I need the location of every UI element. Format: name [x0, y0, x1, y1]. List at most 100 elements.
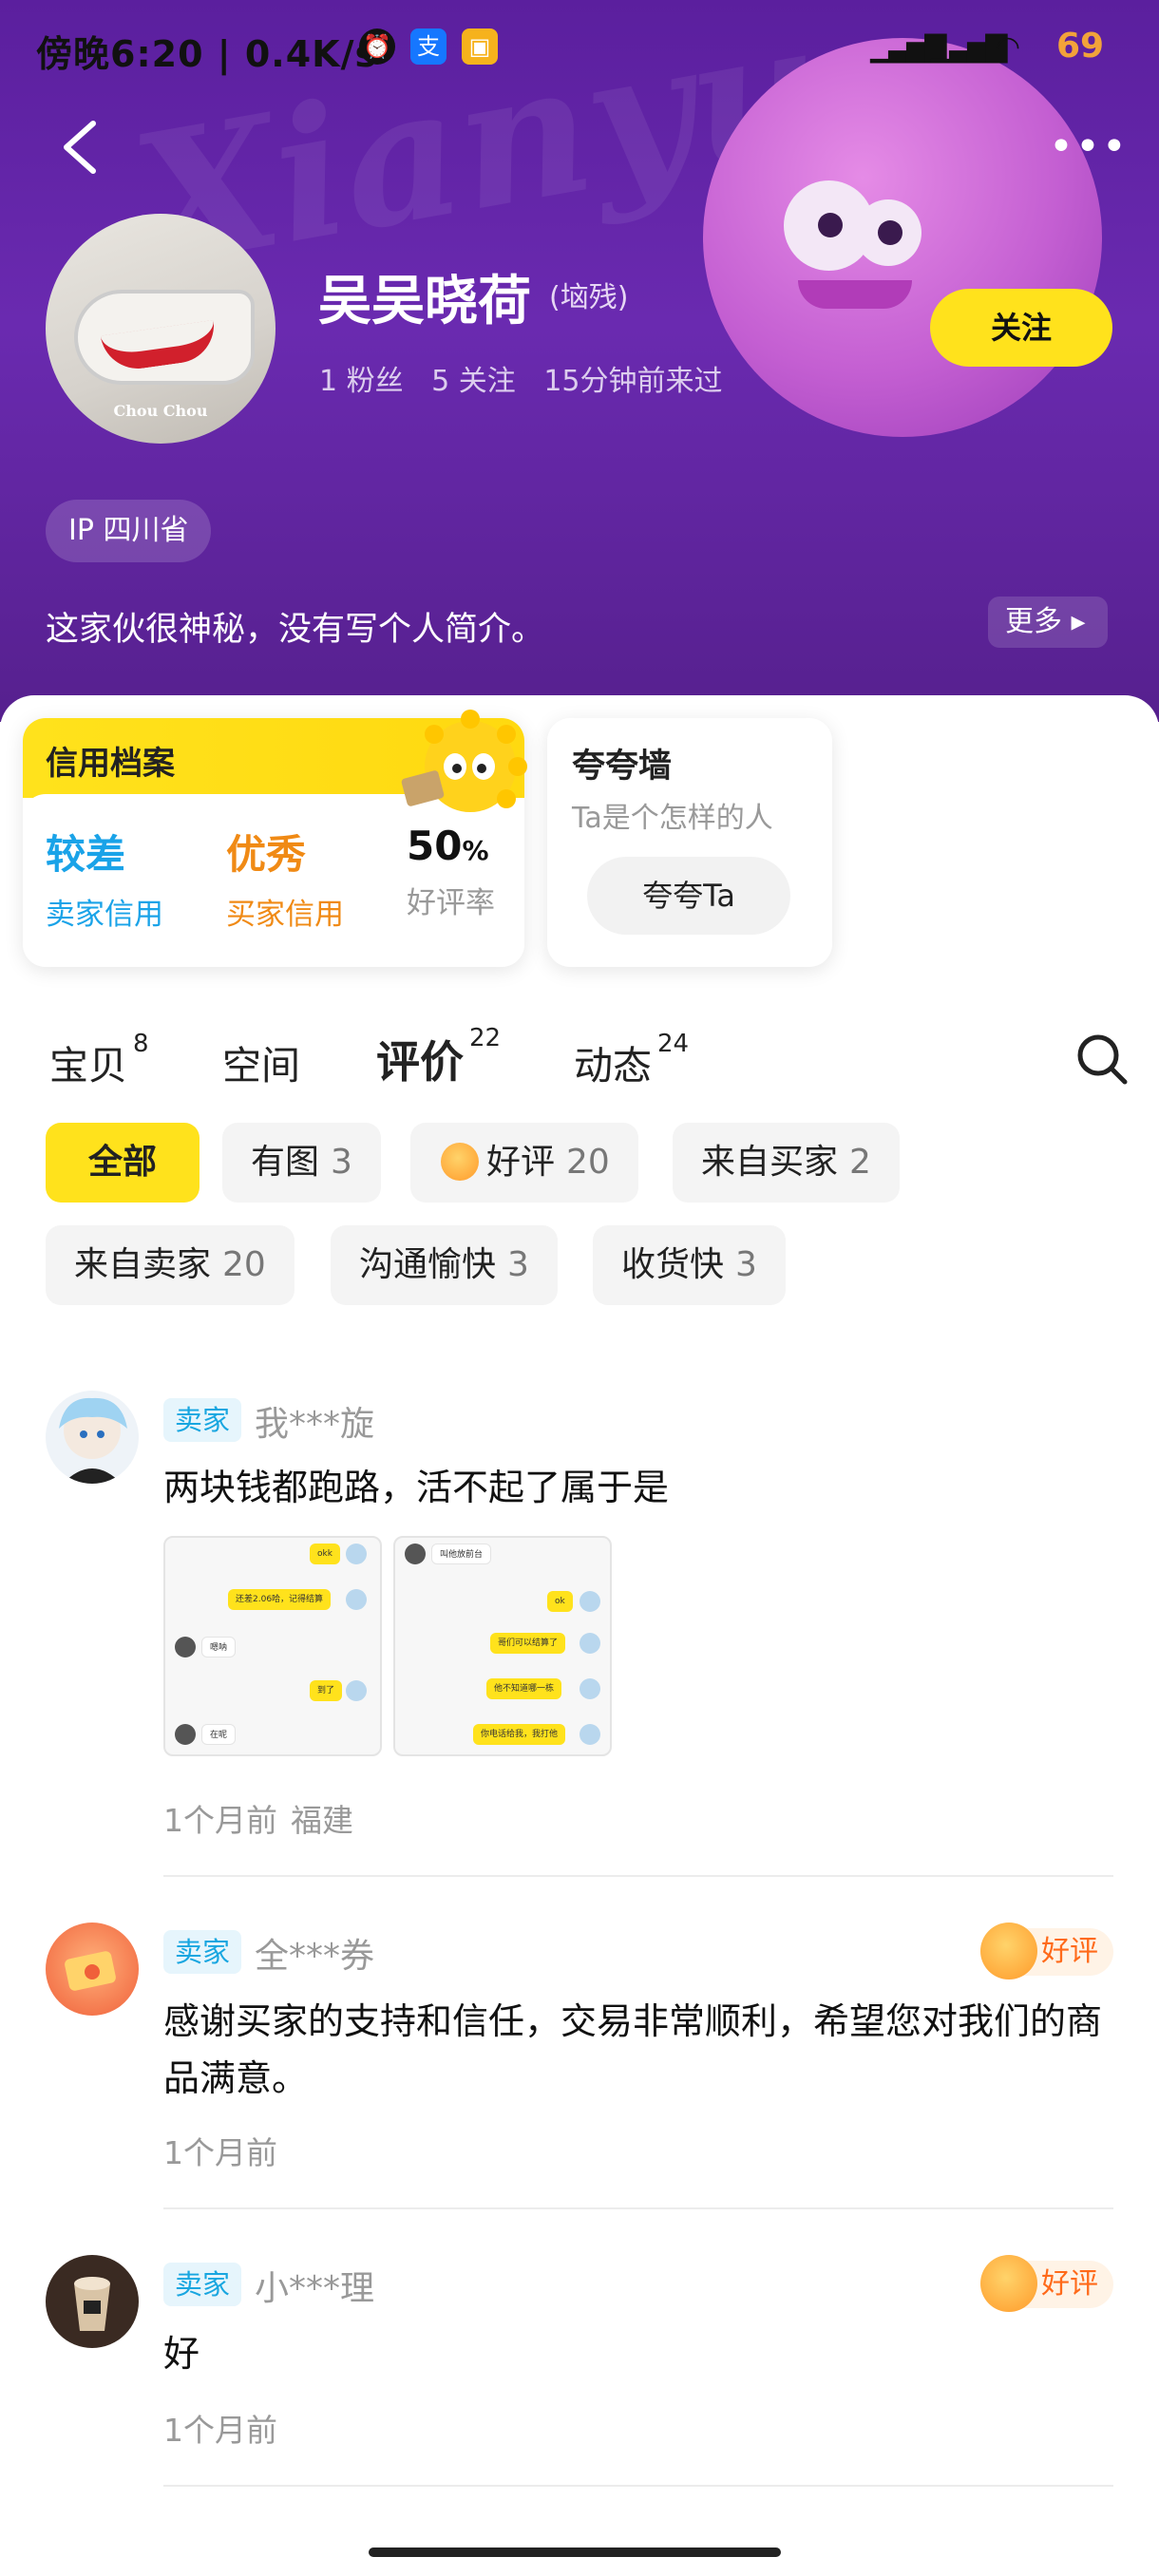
filter-from-seller-label: 来自卖家 — [74, 1245, 212, 1284]
chat-bubble: 到了 — [310, 1680, 343, 1701]
filter-all-label: 全部 — [87, 1143, 157, 1182]
back-button[interactable] — [55, 114, 112, 180]
positive-review-badge: 好评 — [980, 2255, 1113, 2312]
tab-items-label: 宝贝 — [49, 1043, 127, 1089]
praise-button[interactable]: 夸夸Ta — [587, 857, 790, 935]
filter-from-seller[interactable]: 来自卖家 20 — [46, 1225, 294, 1305]
reviewer-avatar[interactable] — [46, 1923, 139, 2016]
seller-badge: 卖家 — [163, 1930, 242, 1974]
more-bio-button[interactable]: 更多 ▸ — [988, 597, 1108, 648]
tab-activity-label: 动态 — [574, 1043, 652, 1089]
chat-bubble: 在呢 — [201, 1724, 237, 1745]
praise-wall-title: 夸夸墙 — [572, 748, 673, 786]
review-photo-1[interactable]: okk 还差2.06哈，记得结算 嗯呐 到了 在呢 — [163, 1536, 382, 1756]
triangle-right-icon: ▸ — [1062, 605, 1086, 638]
seller-credit: 较差 卖家信用 — [46, 823, 163, 933]
positive-rate-value: 50 — [407, 823, 463, 869]
reviewer-avatar[interactable] — [46, 2255, 139, 2348]
filter-good-communication[interactable]: 沟通愉快 3 — [331, 1225, 558, 1305]
user-stats: 1 粉丝 5 关注 15分钟前来过 — [319, 357, 742, 399]
filter-positive-count: 20 — [566, 1143, 610, 1182]
reviewer-name: 全***券 — [255, 1937, 375, 1976]
seller-credit-value: 较差 — [46, 831, 126, 878]
more-bio-label: 更多 — [1005, 605, 1062, 638]
filter-with-photos[interactable]: 有图 3 — [222, 1123, 381, 1203]
positive-rate: 50% 好评率 — [407, 823, 495, 921]
following-count[interactable]: 5 关注 — [431, 365, 516, 398]
smile-icon — [980, 2255, 1037, 2312]
chat-bubble: 嗯呐 — [201, 1637, 237, 1657]
profile-tabs: 宝贝 8 空间 评价 22 动态 24 — [0, 1024, 1159, 1104]
credit-title: 信用档案 — [46, 745, 175, 783]
tab-items-count: 8 — [133, 1030, 149, 1058]
chat-bubble: ok — [547, 1591, 573, 1612]
filter-with-photos-label: 有图 — [251, 1143, 320, 1182]
reviewer-name: 小***理 — [255, 2269, 375, 2308]
status-bar: 傍晚6:20 | 0.4K/s ⏰ 支 ▣ ▁▃▅▇ ▁▃▅▇ ◠ 69 — [0, 0, 1159, 104]
review-text: 好 — [163, 2333, 200, 2375]
positive-review-label: 好评 — [1041, 2267, 1098, 2301]
tab-space[interactable]: 空间 — [222, 1033, 300, 1090]
wifi-icon: ◠ — [996, 30, 1021, 64]
user-name: 吴吴晓荷 — [318, 271, 531, 332]
buyer-credit-label: 买家信用 — [226, 898, 344, 932]
notes-icon: ▣ — [462, 28, 498, 65]
positive-rate-label: 好评率 — [407, 886, 495, 920]
tab-activity-count: 24 — [657, 1030, 690, 1058]
review-divider — [163, 2485, 1113, 2487]
filter-fast-delivery[interactable]: 收货快 3 — [593, 1225, 786, 1305]
filter-positive[interactable]: 好评 20 — [410, 1123, 638, 1203]
smile-icon — [441, 1143, 479, 1181]
filter-from-seller-count: 20 — [222, 1245, 266, 1284]
praise-wall-subtitle: Ta是个怎样的人 — [572, 802, 773, 835]
more-options-button[interactable]: ••• — [1049, 126, 1129, 168]
review-photo-2[interactable]: 叫他放前台 ok 哥们可以结算了 他不知道哪一栋 你电话给我，我打他 — [393, 1536, 612, 1756]
positive-rate-unit: % — [462, 835, 489, 866]
home-indicator[interactable] — [369, 2548, 781, 2557]
chat-bubble: okk — [310, 1544, 340, 1564]
tab-space-label: 空间 — [222, 1043, 300, 1089]
seller-badge: 卖家 — [163, 2263, 242, 2306]
review-divider — [163, 1875, 1113, 1877]
review-meta: 1个月前 福建 — [163, 1795, 367, 1841]
smile-icon — [980, 1923, 1037, 1979]
follow-button[interactable]: 关注 — [930, 289, 1112, 367]
buyer-credit-value: 优秀 — [226, 831, 307, 878]
chat-bubble: 哥们可以结算了 — [490, 1633, 566, 1654]
user-tag: (垴残) — [549, 281, 629, 314]
filter-all[interactable]: 全部 — [46, 1123, 200, 1203]
status-time: 傍晚6:20 | 0.4K/s — [36, 33, 378, 75]
filter-from-buyer[interactable]: 来自买家 2 — [673, 1123, 900, 1203]
user-bio: 这家伙很神秘，没有写个人简介。 — [46, 611, 545, 649]
chat-bubble: 还差2.06哈，记得结算 — [228, 1589, 332, 1610]
fans-count[interactable]: 1 粉丝 — [319, 365, 404, 398]
filter-positive-label: 好评 — [486, 1143, 556, 1182]
review-divider — [163, 2207, 1113, 2209]
tab-reviews-label: 评价 — [376, 1036, 464, 1088]
avatar[interactable]: Chou Chou — [46, 214, 276, 444]
signal-icon-2: ▁▃▅▇ — [931, 30, 1007, 64]
praise-wall-card: 夸夸墙 Ta是个怎样的人 夸夸Ta — [547, 718, 832, 967]
chat-bubble: 叫他放前台 — [431, 1544, 492, 1564]
filter-with-photos-count: 3 — [331, 1143, 352, 1182]
tab-items[interactable]: 宝贝 8 — [49, 1030, 149, 1090]
search-icon[interactable] — [1074, 1031, 1130, 1088]
tab-activity[interactable]: 动态 24 — [574, 1030, 690, 1090]
seller-badge: 卖家 — [163, 1398, 242, 1442]
review-meta: 1个月前 — [163, 2128, 291, 2173]
review-text: 感谢买家的支持和信任，交易非常顺利，希望您对我们的商品满意。 — [163, 2000, 1103, 2099]
ip-location-badge: IP 四川省 — [46, 500, 212, 562]
review-text: 两块钱都跑路，活不起了属于是 — [163, 1467, 670, 1508]
tab-reviews-count: 22 — [469, 1024, 502, 1052]
positive-review-label: 好评 — [1041, 1935, 1098, 1968]
reviewer-name: 我***旋 — [255, 1405, 375, 1444]
reviewer-avatar[interactable] — [46, 1391, 139, 1484]
filter-fast-delivery-label: 收货快 — [621, 1245, 725, 1284]
alarm-icon: ⏰ — [359, 28, 395, 65]
tab-reviews[interactable]: 评价 22 — [376, 1024, 501, 1090]
positive-review-badge: 好评 — [980, 1923, 1113, 1979]
seller-credit-label: 卖家信用 — [46, 898, 163, 932]
review-location: 福建 — [291, 1802, 353, 1839]
alipay-icon: 支 — [410, 28, 446, 65]
mascot-icon — [385, 708, 527, 826]
